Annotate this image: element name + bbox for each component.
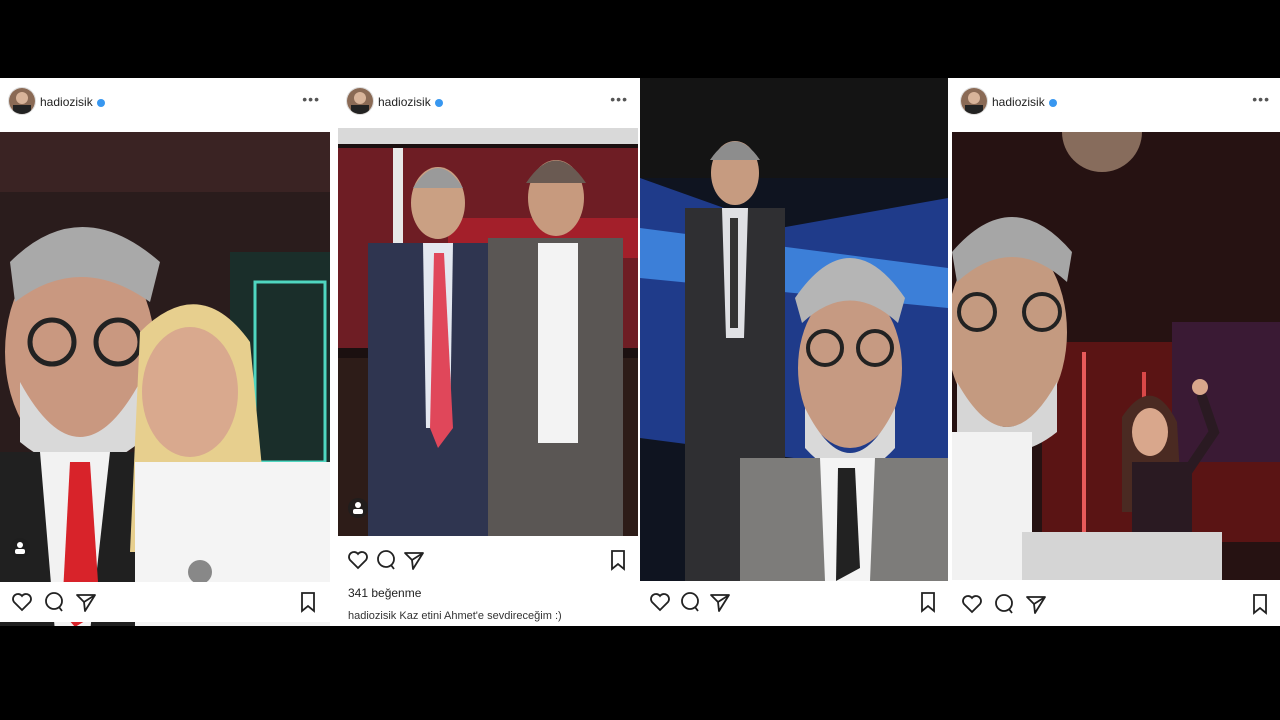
instagram-posts-collage: hadiozisik ••• hadiozisik ••• 341 beğenm… bbox=[0, 78, 1280, 626]
bookmark-icon[interactable] bbox=[296, 590, 320, 614]
share-icon[interactable] bbox=[402, 548, 426, 572]
post-actions bbox=[0, 582, 330, 622]
verified-icon bbox=[1048, 98, 1057, 107]
post-2: hadiozisik ••• 341 beğenme hadiozisik Ka… bbox=[338, 78, 638, 626]
bookmark-icon[interactable] bbox=[1248, 592, 1272, 616]
share-icon[interactable] bbox=[1024, 592, 1048, 616]
user-tag-icon[interactable] bbox=[348, 498, 368, 518]
avatar[interactable] bbox=[346, 87, 374, 115]
avatar[interactable] bbox=[8, 87, 36, 115]
post-photo[interactable] bbox=[640, 78, 948, 581]
avatar[interactable] bbox=[960, 87, 988, 115]
verified-icon bbox=[434, 98, 443, 107]
post-4: hadiozisik ••• bbox=[952, 78, 1280, 626]
comment-icon[interactable] bbox=[42, 590, 66, 614]
username-text[interactable]: hadiozisik bbox=[40, 95, 93, 109]
heart-icon[interactable] bbox=[346, 548, 370, 572]
verified-icon bbox=[96, 98, 105, 107]
user-tag-icon[interactable] bbox=[10, 538, 30, 558]
caption-text: Kaz etini Ahmet'e sevdireceğim :) bbox=[399, 610, 562, 622]
more-options-icon[interactable]: ••• bbox=[1252, 91, 1270, 107]
post-1: hadiozisik ••• bbox=[0, 78, 330, 626]
post-actions bbox=[338, 540, 638, 580]
username-text[interactable]: hadiozisik bbox=[992, 95, 1045, 109]
post-header: hadiozisik ••• bbox=[338, 78, 638, 132]
heart-icon[interactable] bbox=[10, 590, 34, 614]
caption-username[interactable]: hadiozisik bbox=[348, 610, 396, 622]
username[interactable]: hadiozisik bbox=[378, 95, 443, 109]
heart-icon[interactable] bbox=[648, 590, 672, 614]
more-options-icon[interactable]: ••• bbox=[302, 91, 320, 107]
post-actions bbox=[952, 584, 1280, 624]
username[interactable]: hadiozisik bbox=[992, 95, 1057, 109]
comment-icon[interactable] bbox=[678, 590, 702, 614]
post-photo[interactable] bbox=[0, 132, 330, 626]
post-3 bbox=[640, 78, 948, 626]
heart-icon[interactable] bbox=[960, 592, 984, 616]
more-options-icon[interactable]: ••• bbox=[610, 91, 628, 107]
username[interactable]: hadiozisik bbox=[40, 95, 105, 109]
bookmark-icon[interactable] bbox=[916, 590, 940, 614]
share-icon[interactable] bbox=[708, 590, 732, 614]
post-actions bbox=[640, 582, 948, 622]
post-header: hadiozisik ••• bbox=[0, 78, 330, 132]
post-photo[interactable] bbox=[338, 128, 638, 536]
post-header: hadiozisik ••• bbox=[952, 78, 1280, 132]
comment-icon[interactable] bbox=[992, 592, 1016, 616]
caption: hadiozisik Kaz etini Ahmet'e sevdireceği… bbox=[348, 610, 562, 622]
comment-icon[interactable] bbox=[374, 548, 398, 572]
username-text[interactable]: hadiozisik bbox=[378, 95, 431, 109]
share-icon[interactable] bbox=[74, 590, 98, 614]
likes-count[interactable]: 341 beğenme bbox=[348, 586, 421, 600]
post-photo[interactable] bbox=[952, 132, 1280, 580]
bookmark-icon[interactable] bbox=[606, 548, 630, 572]
